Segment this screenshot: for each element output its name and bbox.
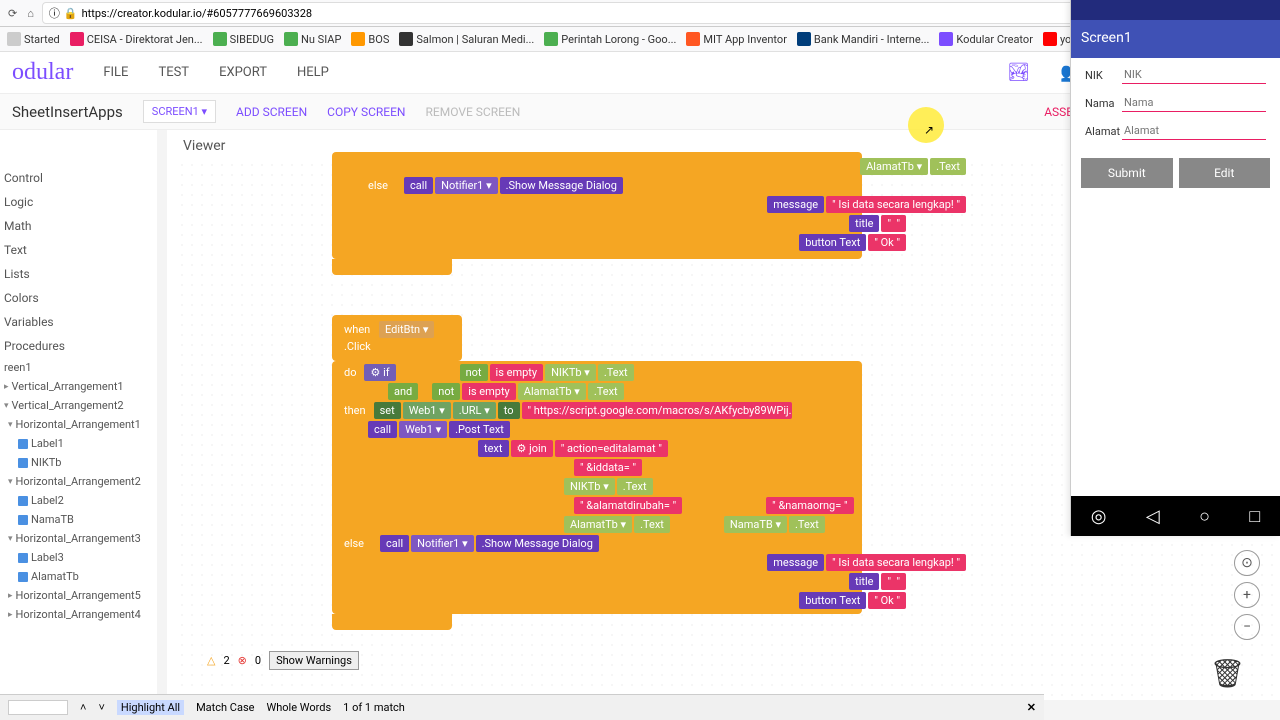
phone-preview: Screen1 NIK Nama Alamat Submit Edit ◎ ◁ …: [1070, 0, 1280, 536]
find-count: 1 of 1 match: [343, 701, 405, 714]
bookmark-item[interactable]: MIT App Inventor: [683, 30, 790, 48]
phone-navbar: ◎ ◁ ○ □: [1071, 496, 1280, 536]
find-prev-icon[interactable]: ˄: [80, 701, 86, 714]
warnings-box: △2 ⊗0 Show Warnings: [207, 651, 359, 670]
match-case-toggle[interactable]: Match Case: [196, 701, 254, 714]
block-group-top[interactable]: AlamatTb ▾ .Text else call Notifier1 ▾ .…: [332, 152, 862, 275]
bookmark-item[interactable]: BOS: [348, 30, 392, 48]
palette-lists[interactable]: Lists: [0, 262, 157, 286]
nav-circle-small-icon[interactable]: ◎: [1091, 506, 1107, 527]
comp-ha4[interactable]: ▸Horizontal_Arrangement4: [0, 605, 157, 624]
label-nama: Nama: [1085, 97, 1122, 110]
comp-va1[interactable]: ▸Vertical_Arrangement1: [0, 377, 157, 396]
edit-button[interactable]: Edit: [1179, 158, 1271, 188]
bookmark-item[interactable]: Started: [4, 30, 63, 48]
info-icon: ⓘ: [49, 5, 60, 21]
warn-count: 2: [223, 654, 229, 667]
comp-niktb[interactable]: NIKTb: [0, 453, 157, 472]
phone-appbar: Screen1: [1071, 20, 1280, 58]
comp-ha2[interactable]: ▾Horizontal_Arrangement2: [0, 472, 157, 491]
bookmark-item[interactable]: Kodular Creator: [936, 30, 1036, 48]
bookmark-item[interactable]: SIBEDUG: [210, 30, 277, 48]
comp-label3[interactable]: Label3: [0, 548, 157, 567]
bookmark-item[interactable]: Perintah Lorong - Goo...: [541, 30, 679, 48]
input-alamat[interactable]: [1122, 122, 1266, 140]
find-bar: ˄ ˅ Highlight All Match Case Whole Words…: [0, 694, 1044, 720]
home-icon[interactable]: ⌂: [27, 7, 34, 20]
zoom-out-icon[interactable]: −: [1234, 614, 1260, 640]
url-text: https://creator.kodular.io/#605777766960…: [82, 7, 313, 20]
bookmark-item[interactable]: Salmon | Saluran Medi...: [396, 30, 537, 48]
cursor-highlight: [908, 107, 944, 143]
remove-screen-link[interactable]: REMOVE SCREEN: [426, 105, 521, 119]
block-group-edit[interactable]: when EditBtn ▾ .Click do ⚙ if not is emp…: [332, 315, 862, 630]
trash-icon[interactable]: 🗑: [1209, 657, 1245, 690]
palette-control[interactable]: Control: [0, 166, 157, 190]
screen-dropdown[interactable]: SCREEN1 ▾: [143, 100, 216, 123]
err-count: 0: [255, 654, 261, 667]
nav-home-icon[interactable]: ○: [1199, 506, 1210, 527]
zoom-in-icon[interactable]: +: [1234, 582, 1260, 608]
bookmark-item[interactable]: Nu SIAP: [281, 30, 344, 48]
comp-screen1[interactable]: reen1: [0, 358, 157, 377]
recenter-icon[interactable]: ⊙: [1234, 550, 1260, 576]
copy-screen-link[interactable]: COPY SCREEN: [327, 105, 405, 119]
palette-logic[interactable]: Logic: [0, 190, 157, 214]
nav-back-icon[interactable]: ◁: [1146, 506, 1160, 527]
menu-export[interactable]: EXPORT: [219, 65, 267, 80]
zoom-controls: ⊙ + −: [1234, 550, 1260, 640]
url-input[interactable]: ⓘ 🔒 https://creator.kodular.io/#60577776…: [42, 2, 1120, 24]
find-next-icon[interactable]: ˅: [98, 701, 104, 714]
blocks-sidebar: Control Logic Math Text Lists Colors Var…: [0, 130, 157, 700]
comp-ha3[interactable]: ▾Horizontal_Arrangement3: [0, 529, 157, 548]
find-close-icon[interactable]: ✕: [1027, 701, 1036, 714]
lock-icon: 🔒: [64, 7, 78, 20]
comp-ha1[interactable]: ▾Horizontal_Arrangement1: [0, 415, 157, 434]
palette-procedures[interactable]: Procedures: [0, 334, 157, 358]
bookmark-item[interactable]: CEISA - Direktorat Jen...: [67, 30, 206, 48]
input-nik[interactable]: [1122, 66, 1266, 84]
input-nama[interactable]: [1122, 94, 1266, 112]
palette-colors[interactable]: Colors: [0, 286, 157, 310]
gallery-icon[interactable]: 🏞: [1007, 62, 1030, 83]
bookmark-item[interactable]: Bank Mandiri - Interne...: [794, 30, 933, 48]
palette-text[interactable]: Text: [0, 238, 157, 262]
highlight-all-toggle[interactable]: Highlight All: [117, 700, 184, 715]
add-screen-link[interactable]: ADD SCREEN: [236, 105, 307, 119]
menu-test[interactable]: TEST: [158, 65, 189, 80]
menu-help[interactable]: HELP: [297, 65, 329, 80]
palette-math[interactable]: Math: [0, 214, 157, 238]
label-nik: NIK: [1085, 69, 1122, 82]
submit-button[interactable]: Submit: [1081, 158, 1173, 188]
project-name: SheetInsertApps: [12, 103, 123, 121]
comp-label2[interactable]: Label2: [0, 491, 157, 510]
comp-namatb[interactable]: NamaTB: [0, 510, 157, 529]
show-warnings-button[interactable]: Show Warnings: [269, 651, 359, 670]
palette-variables[interactable]: Variables: [0, 310, 157, 334]
reload-icon[interactable]: ⟳: [8, 7, 17, 20]
menu-file[interactable]: FILE: [103, 65, 128, 80]
nav-recent-icon[interactable]: □: [1249, 506, 1260, 527]
comp-alamattb[interactable]: AlamatTb: [0, 567, 157, 586]
find-input[interactable]: [8, 700, 68, 715]
comp-va2[interactable]: ▾Vertical_Arrangement2: [0, 396, 157, 415]
comp-label1[interactable]: Label1: [0, 434, 157, 453]
app-logo: odular: [12, 59, 73, 86]
comp-ha5[interactable]: ▸Horizontal_Arrangement5: [0, 586, 157, 605]
whole-words-toggle[interactable]: Whole Words: [266, 701, 331, 714]
label-alamat: Alamat: [1085, 125, 1122, 138]
